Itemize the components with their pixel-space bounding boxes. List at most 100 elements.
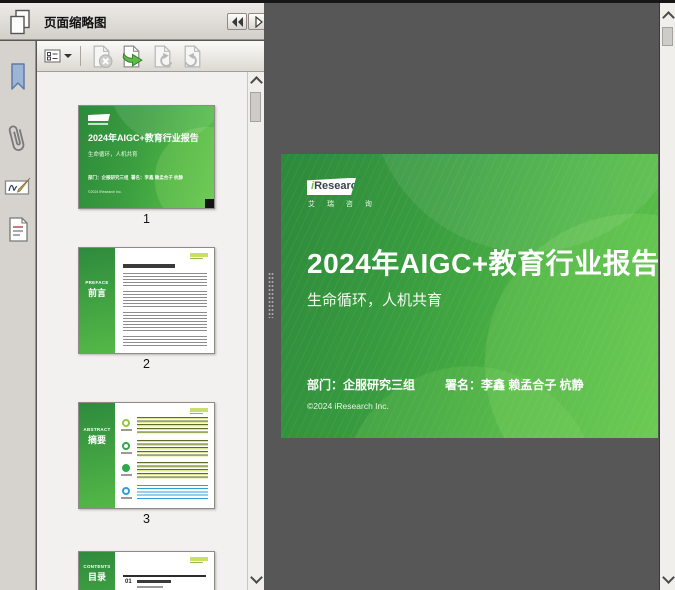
mini-logo-chip	[190, 557, 208, 563]
mini-text-block	[123, 312, 207, 332]
options-list-icon	[44, 49, 61, 63]
logo-chinese-name: 艾 瑞 咨 询	[308, 201, 377, 208]
expand-right-icon	[254, 15, 263, 28]
collapse-double-left-icon	[231, 16, 243, 27]
toc-heading-bar	[137, 580, 171, 583]
scroll-down-arrow-icon[interactable]	[250, 571, 263, 584]
paperclip-icon	[8, 125, 25, 151]
signatures-tab[interactable]	[4, 170, 32, 204]
mini-highlight-text	[137, 440, 208, 457]
thumbnail-item-1[interactable]: 2024年AIGC+教育行业报告 生命循环，人机共育 部门：企服研究三组 署名：…	[78, 105, 215, 226]
mini-disc-icon-green	[122, 464, 130, 472]
scroll-up-arrow-icon[interactable]	[250, 76, 263, 89]
document-scrollbar[interactable]	[659, 3, 675, 590]
mini-blue-text	[137, 485, 208, 499]
side-label-zh: 摘要	[87, 435, 106, 445]
delete-page-icon	[93, 44, 113, 68]
mini-circle-caption	[121, 452, 132, 454]
contents-side-column: CONTENTS 目录	[79, 552, 115, 590]
side-label-en: PREFACE	[85, 280, 109, 285]
extract-page-button[interactable]	[119, 43, 145, 69]
extract-page-icon	[122, 44, 143, 68]
attachments-tab[interactable]	[4, 122, 32, 156]
scrollbar-thumb[interactable]	[250, 92, 261, 122]
mini-dept-line: 部门：企服研究三组	[88, 175, 129, 180]
thumbnail-page-4[interactable]: CONTENTS 目录 01	[78, 551, 215, 590]
toc-section-number: 01	[125, 579, 132, 585]
panel-splitter-handle[interactable]	[268, 272, 274, 318]
thumbnail-list: 2024年AIGC+教育行业报告 生命循环，人机共育 部门：企服研究三组 署名：…	[37, 72, 247, 590]
page-view-indicator[interactable]	[205, 199, 214, 208]
thumbnail-item-2[interactable]: PREFACE 前言 2	[78, 247, 215, 371]
department-line: 部门：企服研究三组	[307, 378, 416, 392]
mini-text-block	[123, 336, 207, 346]
mini-iresearch-logo	[88, 114, 110, 121]
rotate-right-page-button[interactable]	[180, 43, 205, 69]
thumbnails-toolbar	[37, 41, 264, 72]
side-label-zh: 目录	[87, 572, 106, 582]
signature-line: 署名：李鑫 赖孟合子 杭静	[445, 378, 584, 392]
page-thumbnails-icon[interactable]	[7, 8, 33, 41]
report-subtitle: 生命循环，人机共育	[307, 292, 443, 309]
delete-page-button[interactable]	[89, 43, 114, 69]
report-byline: 部门：企服研究三组 署名：李鑫 赖孟合子 杭静	[307, 376, 584, 393]
mini-highlight-text	[137, 462, 208, 480]
mini-logo-subline	[88, 123, 108, 125]
comments-tab[interactable]	[4, 212, 32, 246]
scroll-down-arrow-icon[interactable]	[662, 571, 675, 584]
rotate-left-page-icon	[154, 44, 173, 68]
signature-icon	[4, 177, 31, 195]
thumbnail-page-2[interactable]: PREFACE 前言	[78, 247, 215, 354]
options-menu-button[interactable]	[44, 43, 72, 69]
mini-ring-icon-green-light	[122, 419, 130, 427]
document-view[interactable]: iResearch 艾 瑞 咨 询 2024年AIGC+教育行业报告 生命循环，…	[264, 3, 659, 590]
report-title: 2024年AIGC+教育行业报告	[307, 248, 658, 279]
slide-page-1[interactable]: iResearch 艾 瑞 咨 询 2024年AIGC+教育行业报告 生命循环，…	[281, 154, 658, 438]
bookmarks-tab[interactable]	[4, 60, 32, 94]
mini-cover-title: 2024年AIGC+教育行业报告	[88, 133, 199, 143]
rotate-left-page-button[interactable]	[150, 43, 175, 69]
toc-subheading-bar	[137, 586, 163, 588]
comment-note-icon	[9, 216, 28, 242]
mini-cover-subtitle: 生命循环，人机共育	[88, 152, 138, 158]
thumbnail-item-3[interactable]: ABSTRACT 摘要 3	[78, 402, 215, 526]
scroll-up-arrow-icon[interactable]	[662, 11, 675, 24]
collapse-panel-button[interactable]	[227, 13, 247, 30]
mini-text-block	[123, 273, 207, 287]
mini-logo-chip	[190, 253, 208, 259]
side-label-en: ABSTRACT	[83, 427, 111, 432]
page-number-label: 3	[143, 512, 150, 526]
copyright-line: ©2024 iResearch Inc.	[307, 401, 389, 411]
mini-sign-line: 署名：李鑫 赖孟合子 杭静	[131, 175, 184, 180]
pdf-viewer-window: { "panel": { "title": "页面缩略图" }, "icons"…	[0, 0, 675, 590]
preface-side-column: PREFACE 前言	[79, 248, 115, 353]
page-number-label: 2	[143, 357, 150, 371]
mini-circle-caption	[121, 474, 132, 476]
thumbnails-panel-header: 页面缩略图	[0, 3, 268, 41]
mini-ring-icon-blue	[122, 487, 130, 495]
thumbnail-page-1[interactable]: 2024年AIGC+教育行业报告 生命循环，人机共育 部门：企服研究三组 署名：…	[78, 105, 215, 209]
navigation-pane-tabs	[0, 41, 36, 590]
rotate-right-page-icon	[184, 44, 201, 68]
side-label-en: CONTENTS	[83, 564, 111, 569]
thumbnail-page-3[interactable]: ABSTRACT 摘要	[78, 402, 215, 509]
thumbnail-scrollbar[interactable]	[247, 72, 264, 590]
mini-circle-caption	[121, 429, 132, 431]
page-number-label: 1	[143, 212, 150, 226]
mini-logo-chip	[190, 408, 208, 414]
mini-heading-bar	[123, 264, 175, 268]
toolbar-separator	[80, 46, 81, 66]
iresearch-logo: iResearch	[307, 178, 356, 195]
mini-text-block	[123, 291, 207, 308]
mini-highlight-text	[137, 417, 208, 434]
toc-rule	[123, 575, 206, 577]
thumbnail-item-4[interactable]: CONTENTS 目录 01	[78, 551, 215, 590]
mini-copyright: ©2024 iResearch Inc.	[88, 190, 122, 194]
bookmark-icon	[11, 63, 25, 90]
mini-circle-caption	[121, 497, 132, 499]
abstract-side-column: ABSTRACT 摘要	[79, 403, 115, 508]
mini-ring-icon-green	[122, 442, 130, 450]
scrollbar-thumb[interactable]	[662, 27, 673, 46]
logo-rest: Research	[314, 180, 364, 192]
panel-title: 页面缩略图	[44, 16, 107, 30]
